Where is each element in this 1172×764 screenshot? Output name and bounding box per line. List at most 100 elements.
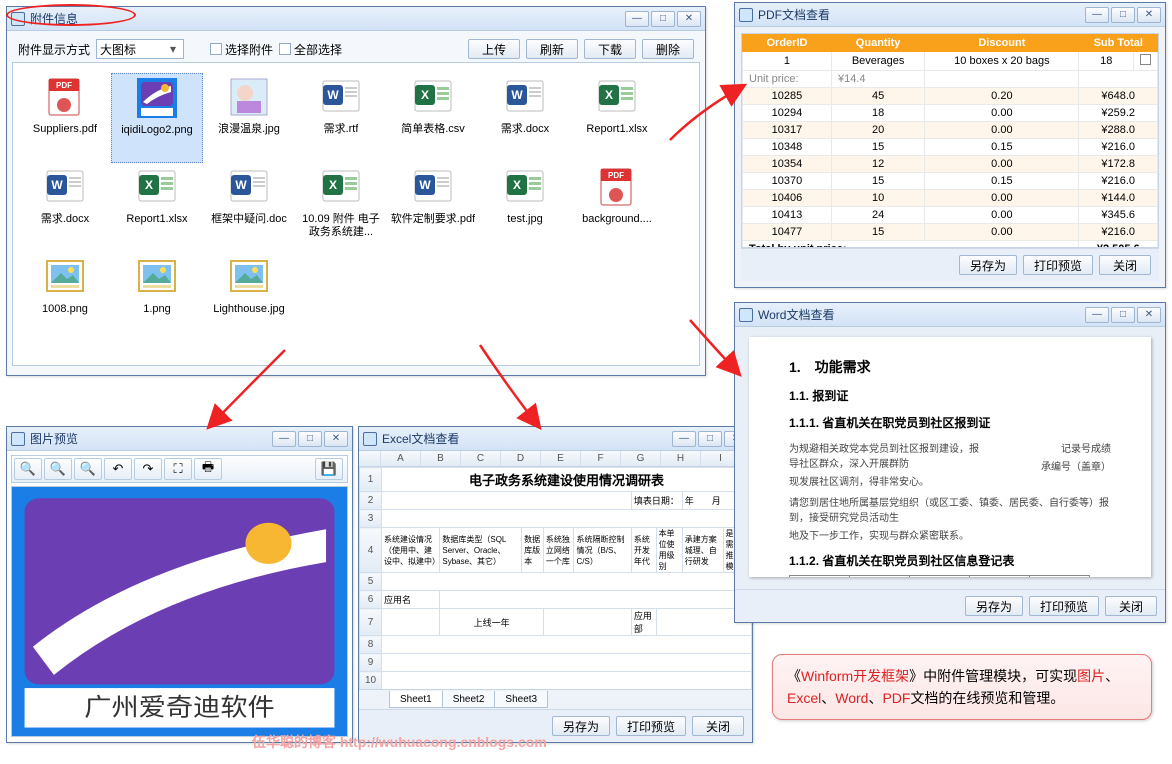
saveas-button[interactable]: 另存为: [552, 716, 610, 736]
file-label: 1008.png: [42, 303, 88, 316]
file-item[interactable]: X10.09 附件 电子政务系统建...: [295, 163, 387, 253]
refresh-button[interactable]: 刷新: [526, 39, 578, 59]
save-icon[interactable]: 💾: [315, 458, 343, 480]
maximize-button[interactable]: □: [298, 431, 322, 447]
saveas-button[interactable]: 另存为: [959, 255, 1017, 275]
spreadsheet-grid[interactable]: 1电子政务系统建设使用情况调研表 2填表日期：年 月 日 3 4 系统建设情况（…: [359, 467, 752, 689]
zoom-out-icon[interactable]: 🔍: [14, 458, 42, 480]
file-item[interactable]: W需求.docx: [19, 163, 111, 253]
app-icon: [11, 432, 25, 446]
attachment-window: 附件信息 — □ ✕ 附件显示方式 大图标 ▾ 选择附件 全部选择 上传 刷新 …: [6, 6, 706, 376]
printpreview-button[interactable]: 打印预览: [1029, 596, 1099, 616]
file-item[interactable]: PDFbackground....: [571, 163, 663, 253]
file-label: iqidiLogo2.png: [121, 124, 193, 137]
img-thumb-icon: [135, 76, 179, 120]
maximize-button[interactable]: □: [1111, 7, 1135, 23]
fullscreen-icon[interactable]: ⛶: [164, 458, 192, 480]
maximize-button[interactable]: □: [698, 431, 722, 447]
img-generic-icon: [227, 255, 271, 299]
titlebar[interactable]: PDF文档查看 — □ ✕: [735, 3, 1165, 27]
file-item[interactable]: XReport1.xlsx: [111, 163, 203, 253]
select-all-checkbox[interactable]: 全部选择: [279, 41, 342, 58]
file-label: test.jpg: [507, 213, 542, 226]
word-icon: W: [43, 165, 87, 209]
sheet-tab[interactable]: Sheet2: [442, 691, 496, 708]
delete-button[interactable]: 删除: [642, 39, 694, 59]
file-item[interactable]: iqidiLogo2.png: [111, 73, 203, 163]
file-label: Lighthouse.jpg: [213, 303, 285, 316]
titlebar[interactable]: 图片预览 — □ ✕: [7, 427, 352, 451]
rotate-left-icon[interactable]: ↶: [104, 458, 132, 480]
download-button[interactable]: 下载: [584, 39, 636, 59]
file-item[interactable]: X Report1.xlsx: [571, 73, 663, 163]
svg-text:X: X: [605, 88, 613, 102]
file-label: 需求.docx: [501, 123, 549, 136]
annotation-callout: 《Winform开发框架》中附件管理模块，可实现图片、Excel、Word、PD…: [772, 654, 1152, 720]
file-item[interactable]: W需求.rtf: [295, 73, 387, 163]
minimize-button[interactable]: —: [272, 431, 296, 447]
minimize-button[interactable]: —: [1085, 7, 1109, 23]
file-item[interactable]: W 需求.docx: [479, 73, 571, 163]
sheet-tab[interactable]: Sheet1: [389, 691, 443, 708]
watermark-text: 伍华聪的博客 http://wuhuacong.cnblogs.com: [252, 732, 547, 752]
display-mode-label: 附件显示方式: [18, 41, 90, 58]
file-item[interactable]: Lighthouse.jpg: [203, 253, 295, 343]
close-button[interactable]: 关闭: [1105, 596, 1157, 616]
printpreview-button[interactable]: 打印预览: [1023, 255, 1093, 275]
minimize-button[interactable]: —: [625, 11, 649, 27]
maximize-button[interactable]: □: [1111, 307, 1135, 323]
close-button[interactable]: ✕: [324, 431, 348, 447]
file-item[interactable]: Xtest.jpg: [479, 163, 571, 253]
file-item[interactable]: PDFSuppliers.pdf: [19, 73, 111, 163]
file-label: 软件定制要求.pdf: [391, 213, 475, 226]
zoom-fit-icon[interactable]: 🔍: [74, 458, 102, 480]
titlebar[interactable]: Word文档查看 — □ ✕: [735, 303, 1165, 327]
excel-icon: X: [503, 165, 547, 209]
image-canvas: 广州爱奇迪软件: [11, 486, 348, 737]
rotate-right-icon[interactable]: ↷: [134, 458, 162, 480]
close-button[interactable]: 关闭: [1099, 255, 1151, 275]
printpreview-button[interactable]: 打印预览: [616, 716, 686, 736]
svg-text:广州爱奇迪软件: 广州爱奇迪软件: [84, 694, 275, 721]
excel-icon: X: [319, 165, 363, 209]
table-row: 10406100.00¥144.0: [743, 190, 1158, 207]
titlebar[interactable]: Excel文档查看 — □ ✕: [359, 427, 752, 451]
word-icon: W: [227, 165, 271, 209]
print-icon[interactable]: 🖶: [194, 458, 222, 480]
close-button[interactable]: 关闭: [692, 716, 744, 736]
table-row: 10370150.15¥216.0: [743, 173, 1158, 190]
app-icon: [363, 432, 377, 446]
sheet-tab[interactable]: Sheet3: [494, 691, 548, 708]
pdf-data-table: 1Beverages10 boxes x 20 bags18 OrderIDQu…: [742, 34, 1158, 248]
img-generic-icon: [43, 255, 87, 299]
table-row: 10354120.00¥172.8: [743, 156, 1158, 173]
file-item[interactable]: X简单表格.csv: [387, 73, 479, 163]
svg-text:X: X: [421, 88, 429, 102]
word-icon: W: [411, 165, 455, 209]
file-item[interactable]: 1008.png: [19, 253, 111, 343]
close-button[interactable]: ✕: [1137, 307, 1161, 323]
svg-text:W: W: [235, 178, 247, 192]
chevron-down-icon: ▾: [166, 42, 180, 56]
saveas-button[interactable]: 另存为: [965, 596, 1023, 616]
maximize-button[interactable]: □: [651, 11, 675, 27]
file-item[interactable]: W 软件定制要求.pdf: [387, 163, 479, 253]
svg-text:X: X: [513, 178, 521, 192]
minimize-button[interactable]: —: [672, 431, 696, 447]
file-item[interactable]: W框架中疑问.doc: [203, 163, 295, 253]
select-attach-checkbox[interactable]: 选择附件: [210, 41, 273, 58]
close-button[interactable]: ✕: [677, 11, 701, 27]
sheet-tabs: Sheet1 Sheet2 Sheet3: [359, 689, 752, 709]
file-item[interactable]: 浪漫温泉.jpg: [203, 73, 295, 163]
upload-button[interactable]: 上传: [468, 39, 520, 59]
pdf-icon: PDF: [595, 165, 639, 209]
close-button[interactable]: ✕: [1137, 7, 1161, 23]
display-mode-select[interactable]: 大图标 ▾: [96, 39, 184, 59]
annotation-oval: [6, 4, 136, 26]
file-label: Suppliers.pdf: [33, 123, 97, 136]
file-label: Report1.xlsx: [586, 123, 647, 136]
word-icon: W: [503, 75, 547, 119]
minimize-button[interactable]: —: [1085, 307, 1109, 323]
file-item[interactable]: 1.png: [111, 253, 203, 343]
zoom-in-icon[interactable]: 🔍: [44, 458, 72, 480]
